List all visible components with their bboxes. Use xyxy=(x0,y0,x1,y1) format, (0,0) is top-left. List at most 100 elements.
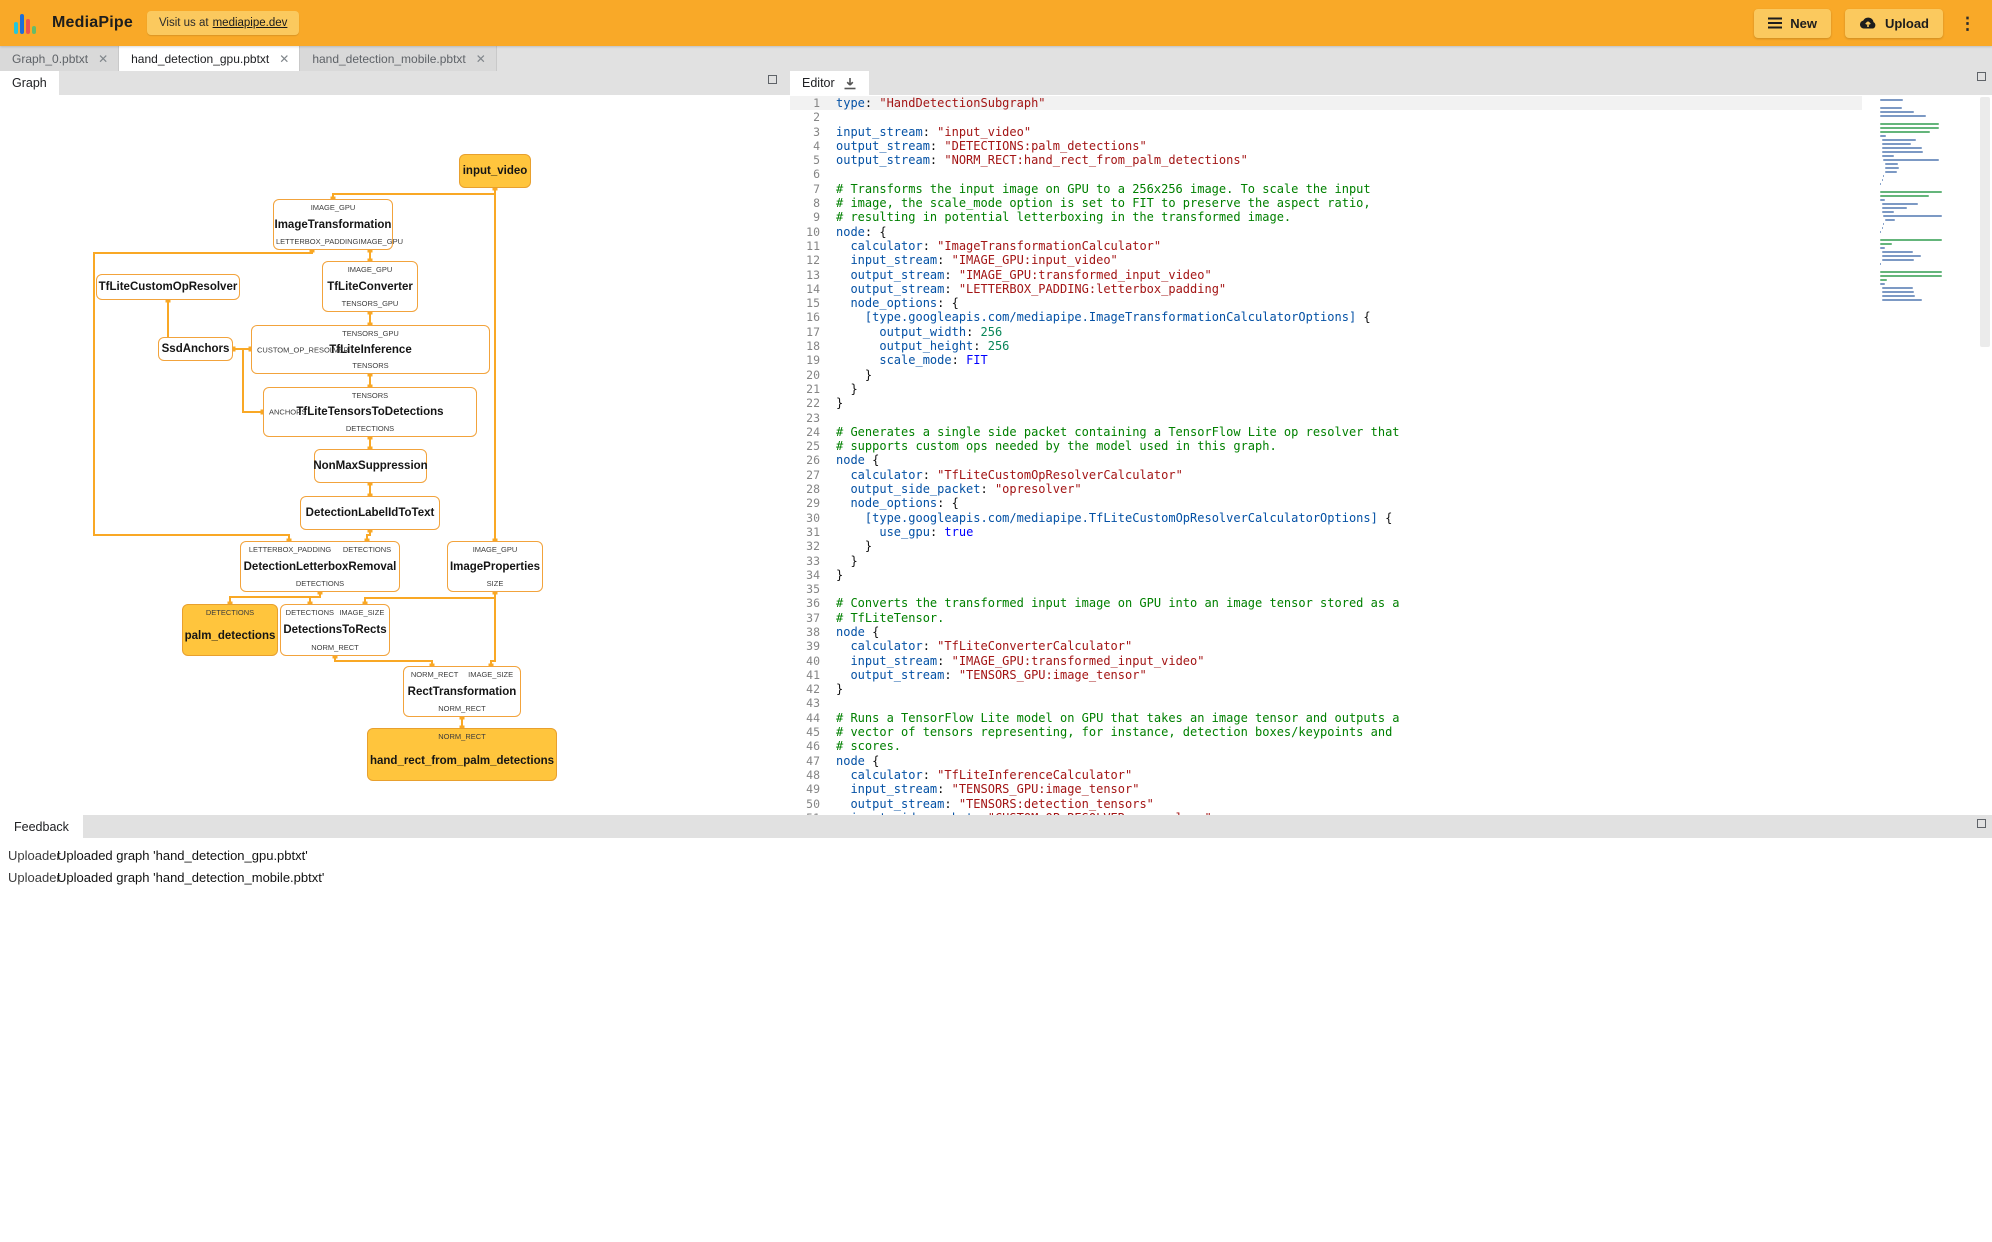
graph-node-detections_to_rects[interactable]: DETECTIONS IMAGE_SIZE DetectionsToRects NOR… xyxy=(280,604,390,656)
code-line[interactable]: 11 calculator: "ImageTransformationCalcu… xyxy=(790,239,1862,253)
code-line[interactable]: 45 # vector of tensors representing, for … xyxy=(790,725,1862,739)
expand-editor-icon[interactable] xyxy=(1977,72,1986,81)
code-line[interactable]: 20 } xyxy=(790,368,1862,382)
code-line[interactable]: 44 # Runs a TensorFlow Lite model on GPU … xyxy=(790,711,1862,725)
tab-close-icon[interactable]: ✕ xyxy=(476,52,486,66)
line-number: 15 xyxy=(806,296,820,311)
graph-node-tflite_inference[interactable]: TENSORS_GPU TfLiteInference TENSORS CUSTOM_… xyxy=(251,325,490,374)
line-number: 5 xyxy=(813,153,820,168)
graph-node-hand_rect_from_palm_detections[interactable]: NORM_RECT hand_rect_from_palm_detections xyxy=(367,728,557,781)
graph-node-palm_detections[interactable]: DETECTIONS palm_detections xyxy=(182,604,278,656)
code-line[interactable]: 10 node: { xyxy=(790,225,1862,239)
graph-edge xyxy=(364,592,496,604)
graph-node-tflite_tensors_to_detections[interactable]: TENSORS TfLiteTensorsToDetections DETECTIO… xyxy=(263,387,477,437)
tab-graph[interactable]: Graph xyxy=(0,71,59,95)
code-line[interactable]: 39 calculator: "TfLiteConverterCalculato… xyxy=(790,639,1862,653)
code-line[interactable]: 18 output_height: 256 xyxy=(790,339,1862,353)
code-line[interactable]: 15 node_options: { xyxy=(790,296,1862,310)
tab-close-icon[interactable]: ✕ xyxy=(279,52,289,66)
file-tab-graph-0[interactable]: Graph_0.pbtxt ✕ xyxy=(0,46,120,71)
code-line[interactable]: 28 output_side_packet: "opresolver" xyxy=(790,482,1862,496)
port-label: SIZE xyxy=(486,579,504,588)
editor-scrollbar[interactable] xyxy=(1978,95,1992,815)
graph-node-tflite_converter[interactable]: IMAGE_GPU TfLiteConverter TENSORS_GPU xyxy=(322,261,418,312)
code-line[interactable]: 47 node { xyxy=(790,754,1862,768)
code-line[interactable]: 19 scale_mode: FIT xyxy=(790,353,1862,367)
code-line[interactable]: 6 xyxy=(790,167,1862,181)
code-line[interactable]: 29 node_options: { xyxy=(790,496,1862,510)
scrollbar-thumb[interactable] xyxy=(1980,97,1990,347)
expand-graph-icon[interactable] xyxy=(768,75,777,84)
line-number: 41 xyxy=(806,667,820,682)
expand-feedback-icon[interactable] xyxy=(1977,819,1986,828)
file-tab-hand-detection-mobile[interactable]: hand_detection_mobile.pbtxt ✕ xyxy=(300,46,497,71)
code-line[interactable]: 27 calculator: "TfLiteCustomOpResolverCa… xyxy=(790,468,1862,482)
code-line[interactable]: 12 input_stream: "IMAGE_GPU:input_video" xyxy=(790,253,1862,267)
code-line[interactable]: 5 output_stream: "NORM_RECT:hand_rect_fro… xyxy=(790,153,1862,167)
code-line[interactable]: 26 node { xyxy=(790,453,1862,467)
graph-node-input_video[interactable]: input_video xyxy=(459,154,531,188)
code-line[interactable]: 33 } xyxy=(790,554,1862,568)
code-line[interactable]: 22} xyxy=(790,396,1862,410)
graph-node-image_transformation[interactable]: IMAGE_GPU ImageTransformation LETTERBOX_PA… xyxy=(273,199,403,250)
graph-node-rect_transformation[interactable]: NORM_RECT IMAGE_SIZE RectTransformation NOR… xyxy=(403,666,521,717)
code-line[interactable]: 13 output_stream: "IMAGE_GPU:transformed… xyxy=(790,268,1862,282)
code-line[interactable]: 40 input_stream: "IMAGE_GPU:transformed_… xyxy=(790,654,1862,668)
code-line[interactable]: 34} xyxy=(790,568,1862,582)
code-line[interactable]: 30 [type.googleapis.com/mediapipe.TfLite… xyxy=(790,511,1862,525)
graph-canvas[interactable]: input_video IMAGE_GPU ImageTransformation L… xyxy=(0,95,784,815)
code-line[interactable]: 7 # Transforms the input image on GPU to … xyxy=(790,182,1862,196)
code-line[interactable]: 41 output_stream: "TENSORS_GPU:image_ten… xyxy=(790,668,1862,682)
code-line[interactable]: 49 input_stream: "TENSORS_GPU:image_tens… xyxy=(790,782,1862,796)
app-title: MediaPipe xyxy=(52,14,133,31)
line-number: 42 xyxy=(806,682,820,697)
graph-node-ssd_anchors[interactable]: SsdAnchors xyxy=(158,337,233,361)
code-line[interactable]: 2 xyxy=(790,110,1862,124)
graph-node-detection_label_id_to_text[interactable]: DetectionLabelIdToText xyxy=(300,496,440,530)
code-line[interactable]: 25 # supports custom ops needed by the mo… xyxy=(790,439,1862,453)
code-line[interactable]: 35 xyxy=(790,582,1862,596)
code-line[interactable]: 31 use_gpu: true xyxy=(790,525,1862,539)
code-editor[interactable]: 1 type: "HandDetectionSubgraph" 2 3 input_st… xyxy=(790,95,1992,815)
code-line[interactable]: 36 # Converts the transformed input image… xyxy=(790,596,1862,610)
code-line[interactable]: 38 node { xyxy=(790,625,1862,639)
graph-node-image_properties[interactable]: IMAGE_GPU ImageProperties SIZE xyxy=(447,541,543,592)
code-line[interactable]: 3 input_stream: "input_video" xyxy=(790,125,1862,139)
code-line[interactable]: 32 } xyxy=(790,539,1862,553)
tab-editor[interactable]: Editor xyxy=(790,71,869,95)
new-button[interactable]: New xyxy=(1754,8,1831,38)
code-line[interactable]: 9 # resulting in potential letterboxing i… xyxy=(790,210,1862,224)
line-number: 32 xyxy=(806,539,820,554)
code-line[interactable]: 46 # scores. xyxy=(790,739,1862,753)
line-number: 10 xyxy=(806,224,820,239)
code-line[interactable]: 43 xyxy=(790,696,1862,710)
minimap-line xyxy=(1881,255,1921,257)
code-line[interactable]: 17 output_width: 256 xyxy=(790,325,1862,339)
code-line[interactable]: 21 } xyxy=(790,382,1862,396)
editor-minimap[interactable] xyxy=(1880,99,1972,303)
line-number: 36 xyxy=(806,596,820,611)
code-line[interactable]: 37 # TfLiteTensor. xyxy=(790,611,1862,625)
code-line[interactable]: 14 output_stream: "LETTERBOX_PADDING:let… xyxy=(790,282,1862,296)
code-line[interactable]: 16 [type.googleapis.com/mediapipe.ImageT… xyxy=(790,310,1862,324)
code-line[interactable]: 50 output_stream: "TENSORS:detection_ten… xyxy=(790,797,1862,811)
code-line[interactable]: 1 type: "HandDetectionSubgraph" xyxy=(790,96,1862,111)
more-options-icon[interactable]: ⋮ xyxy=(1957,15,1978,32)
code-line[interactable]: 48 calculator: "TfLiteInferenceCalculato… xyxy=(790,768,1862,782)
graph-node-tflite_custom_op_resolver[interactable]: TfLiteCustomOpResolver xyxy=(96,274,240,300)
code-line[interactable]: 4 output_stream: "DETECTIONS:palm_detecti… xyxy=(790,139,1862,153)
upload-button[interactable]: Upload xyxy=(1844,8,1943,38)
code-line[interactable]: 24 # Generates a single side packet conta… xyxy=(790,425,1862,439)
tab-close-icon[interactable]: ✕ xyxy=(98,52,108,66)
line-number: 27 xyxy=(806,467,820,482)
mediapipe-link[interactable]: mediapipe.dev xyxy=(213,17,288,29)
visit-badge[interactable]: Visit us at mediapipe.dev xyxy=(146,11,300,35)
file-tab-hand-detection-gpu[interactable]: hand_detection_gpu.pbtxt ✕ xyxy=(119,46,301,71)
code-line[interactable]: 8 # image, the scale_mode option is set t… xyxy=(790,196,1862,210)
graph-node-non_max_suppression[interactable]: NonMaxSuppression xyxy=(313,449,428,483)
graph-node-detection_letterbox_removal[interactable]: LETTERBOX_PADDING DETECTIONS DetectionLett… xyxy=(240,541,400,592)
download-icon[interactable] xyxy=(843,77,857,90)
tab-feedback[interactable]: Feedback xyxy=(0,815,83,838)
code-line[interactable]: 42} xyxy=(790,682,1862,696)
code-line[interactable]: 23 xyxy=(790,411,1862,425)
